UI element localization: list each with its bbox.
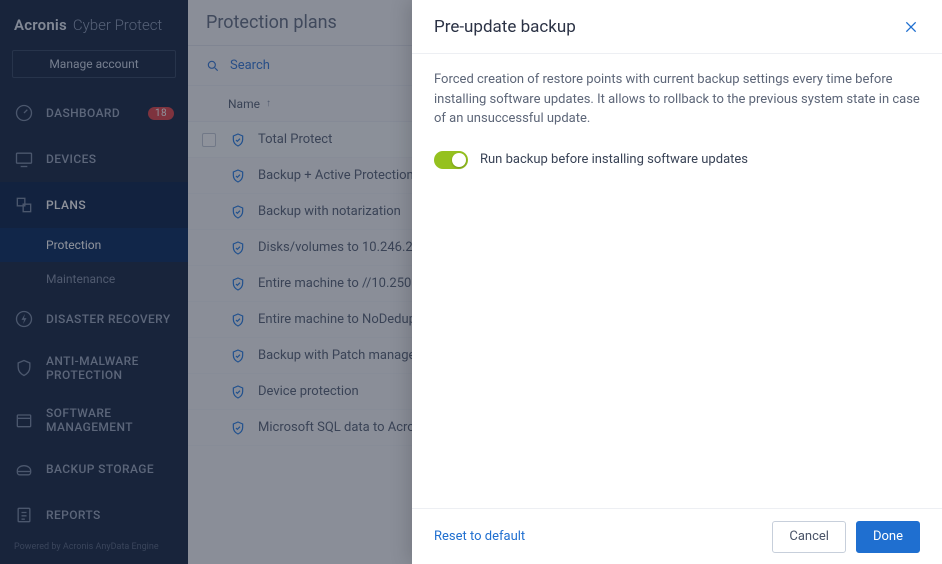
reset-to-default-link[interactable]: Reset to default bbox=[434, 529, 525, 544]
panel-body: Forced creation of restore points with c… bbox=[412, 54, 942, 508]
toggle-knob bbox=[452, 153, 466, 167]
done-label: Done bbox=[873, 529, 903, 544]
panel-header: Pre-update backup bbox=[412, 0, 942, 54]
panel-title: Pre-update backup bbox=[434, 17, 576, 37]
panel-description: Forced creation of restore points with c… bbox=[434, 70, 920, 129]
pre-update-backup-panel: Pre-update backup Forced creation of res… bbox=[412, 0, 942, 564]
toggle-row: Run backup before installing software up… bbox=[434, 151, 920, 169]
done-button[interactable]: Done bbox=[856, 521, 920, 553]
cancel-label: Cancel bbox=[789, 529, 829, 544]
close-button[interactable] bbox=[902, 18, 920, 36]
toggle-label: Run backup before installing software up… bbox=[480, 152, 748, 167]
run-backup-toggle[interactable] bbox=[434, 151, 468, 169]
cancel-button[interactable]: Cancel bbox=[772, 521, 846, 553]
footer-buttons: Cancel Done bbox=[772, 521, 920, 553]
close-icon bbox=[903, 19, 919, 35]
reset-label: Reset to default bbox=[434, 529, 525, 544]
panel-footer: Reset to default Cancel Done bbox=[412, 508, 942, 564]
